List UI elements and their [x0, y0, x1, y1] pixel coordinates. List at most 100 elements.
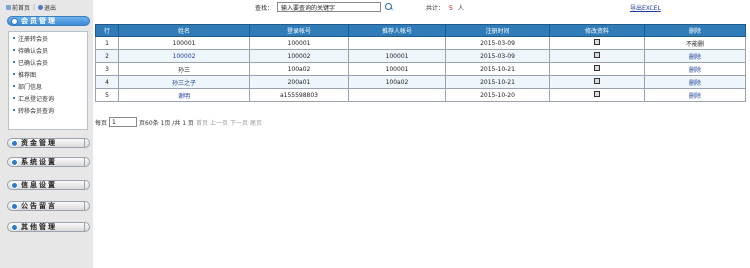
- submenu-item-pending[interactable]: 待确认会员: [9, 44, 87, 56]
- pagination: 每页 页60条 1页 /共 1 页 首页 上一页 下一页 尾页: [95, 117, 262, 127]
- delete-link[interactable]: 删除: [689, 54, 701, 61]
- cell-edit: [549, 49, 645, 63]
- total-count: 共计： 5 人: [426, 3, 464, 12]
- submenu-item-register[interactable]: 注册转会员: [9, 32, 87, 44]
- cell-no: 5: [95, 88, 119, 102]
- search-bar: 查找：: [255, 0, 393, 14]
- first-page-link[interactable]: 首页: [196, 118, 208, 127]
- export-excel-link[interactable]: 导出EXCEL: [630, 3, 661, 12]
- submenu-item-department[interactable]: 部门信息: [9, 80, 87, 92]
- menu-bullet-icon: [11, 202, 18, 210]
- edit-icon[interactable]: [594, 39, 600, 45]
- member-submenu: 注册转会员 待确认会员 已确认会员 推荐图 部门信息 汇总登记查询 转移会员查询: [8, 31, 88, 130]
- home-link[interactable]: 前首页: [6, 3, 30, 12]
- table-row: 4 孙三之子 200a01 100a02 2015-10-21 删除: [95, 75, 746, 89]
- column-header-referrer: 推荐人帐号: [348, 24, 446, 37]
- page-size-input[interactable]: [109, 117, 138, 127]
- menu-notice-messages[interactable]: 公告留言: [7, 201, 90, 211]
- sidebar: 前首页 | 退出 会员管理 注册转会员 待确认会员 已确认会员 推荐图 部门信息…: [0, 0, 93, 268]
- cell-time: 2015-10-21: [445, 62, 550, 76]
- cell-delete: 删除: [644, 62, 746, 76]
- column-header-time: 注册时间: [445, 24, 550, 37]
- menu-cap: [84, 139, 89, 147]
- menu-member-management[interactable]: 会员管理: [7, 16, 90, 26]
- menu-system-settings[interactable]: 系统设置: [7, 157, 90, 167]
- cell-name: 100001: [118, 36, 250, 50]
- menu-bullet-icon: [11, 17, 18, 25]
- next-page-link[interactable]: 下一页: [230, 118, 248, 127]
- menu-cap: [84, 202, 89, 210]
- exit-icon: [38, 4, 44, 10]
- cell-referrer: [348, 36, 446, 50]
- exit-label: 退出: [44, 4, 57, 12]
- column-header-edit: 修改资料: [549, 24, 645, 37]
- menu-other-management[interactable]: 其他管理: [7, 222, 90, 232]
- submenu-item-referral-tree[interactable]: 推荐图: [9, 68, 87, 80]
- table-row: 5 谢明 a155598803 2015-10-20 删除: [95, 88, 746, 102]
- pager-prefix: 每页: [95, 119, 108, 127]
- submenu-item-confirmed[interactable]: 已确认会员: [9, 56, 87, 68]
- table-row: 3 孙三 100a02 100001 2015-10-21 删除: [95, 62, 746, 76]
- menu-bullet-icon: [11, 158, 18, 166]
- cell-no: 4: [95, 75, 119, 89]
- member-name-link[interactable]: 孙三之子: [172, 80, 196, 87]
- cell-referrer: 100001: [348, 62, 446, 76]
- cell-time: 2015-03-09: [445, 36, 550, 50]
- cell-name: 谢明: [118, 88, 250, 102]
- table-row: 2 100002 100002 100001 2015-03-09 删除: [95, 49, 746, 63]
- cell-delete: 删除: [644, 49, 746, 63]
- menu-other-label: 其他管理: [21, 223, 57, 231]
- total-label: 共计：: [426, 5, 445, 12]
- submenu-item-transfer[interactable]: 转移会员查询: [9, 104, 87, 116]
- cell-referrer: 100001: [348, 49, 446, 63]
- exit-link[interactable]: 退出: [38, 3, 56, 12]
- menu-info-label: 信息设置: [21, 181, 57, 189]
- menu-member-label: 会员管理: [21, 17, 57, 25]
- topbar-separator: |: [33, 3, 36, 11]
- cell-name: 100002: [118, 49, 250, 63]
- cell-edit: [549, 62, 645, 76]
- table-row: 1 100001 100001 2015-03-09 不能删: [95, 36, 746, 50]
- cell-referrer: 100a02: [348, 75, 446, 89]
- cell-delete: 不能删: [644, 36, 746, 50]
- cell-account: 100a02: [249, 62, 349, 76]
- delete-link[interactable]: 删除: [689, 67, 701, 74]
- table-header-row: 行 姓名 登录帐号 推荐人帐号 注册时间 修改资料 删除: [95, 24, 746, 37]
- cell-edit: [549, 88, 645, 102]
- menu-system-label: 系统设置: [21, 158, 57, 166]
- prev-page-link[interactable]: 上一页: [210, 118, 228, 127]
- cell-referrer: [348, 88, 446, 102]
- menu-fund-management[interactable]: 资金管理: [7, 138, 90, 148]
- pager-summary: 页60条 1页 /共 1 页: [139, 119, 194, 127]
- menu-cap: [84, 181, 89, 189]
- member-table: 行 姓名 登录帐号 推荐人帐号 注册时间 修改资料 删除 1 100001 10…: [95, 24, 746, 102]
- cell-no: 1: [95, 36, 119, 50]
- column-header-no: 行: [95, 24, 119, 37]
- member-name-link[interactable]: 谢明: [178, 93, 190, 100]
- column-header-account: 登录帐号: [249, 24, 349, 37]
- last-page-link[interactable]: 尾页: [250, 118, 262, 127]
- search-input[interactable]: [277, 2, 382, 12]
- home-icon: [6, 4, 11, 10]
- total-unit: 人: [457, 5, 464, 12]
- edit-icon[interactable]: [594, 65, 600, 71]
- edit-icon[interactable]: [594, 52, 600, 58]
- search-icon[interactable]: [385, 3, 393, 11]
- delete-link[interactable]: 删除: [689, 80, 701, 87]
- column-header-delete: 删除: [644, 24, 746, 37]
- cell-account: 100002: [249, 49, 349, 63]
- cell-delete: 删除: [644, 88, 746, 102]
- edit-icon[interactable]: [594, 78, 600, 84]
- cell-delete: 删除: [644, 75, 746, 89]
- edit-icon[interactable]: [594, 91, 600, 97]
- member-name-link[interactable]: 100002: [173, 53, 196, 60]
- total-number: 5: [449, 5, 453, 12]
- cell-account: a155598803: [249, 88, 349, 102]
- menu-fund-label: 资金管理: [21, 139, 57, 147]
- delete-link[interactable]: 删除: [689, 93, 701, 100]
- cell-name: 孙三: [118, 62, 250, 76]
- submenu-item-summary[interactable]: 汇总登记查询: [9, 92, 87, 104]
- cell-time: 2015-10-21: [445, 75, 550, 89]
- menu-info-settings[interactable]: 信息设置: [7, 180, 90, 190]
- cell-time: 2015-03-09: [445, 49, 550, 63]
